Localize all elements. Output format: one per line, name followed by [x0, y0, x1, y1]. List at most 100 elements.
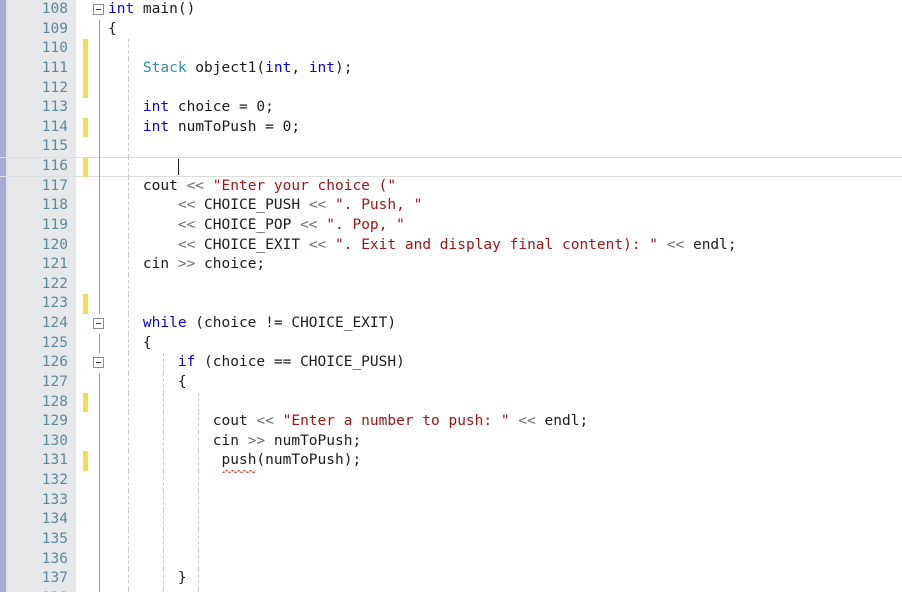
code-token: << [177, 197, 196, 214]
code-line-row[interactable]: 129 cout << "Enter a number to push: " <… [0, 412, 902, 432]
line-number: 111 [41, 59, 68, 76]
code-line-row[interactable]: 112 [0, 78, 902, 99]
code-line-row[interactable]: 136 [0, 549, 902, 570]
code-text[interactable]: } [108, 569, 187, 589]
code-line-row[interactable]: 137 } [0, 569, 902, 589]
code-lines: 108 int main() 109{110 111 Stack object1(in… [0, 0, 902, 592]
code-text[interactable]: int numToPush = 0; [108, 118, 300, 138]
fold-region-line [99, 529, 100, 550]
code-text[interactable]: push(numToPush); [108, 451, 361, 473]
line-number: 129 [41, 413, 68, 430]
code-line-row[interactable]: 111 Stack object1(int, int); [0, 58, 902, 79]
code-line-row[interactable]: 117 cout << "Enter your choice (" [0, 176, 902, 197]
fold-region-line [99, 235, 100, 256]
fold-region-line [99, 510, 100, 530]
code-token: int [108, 1, 135, 17]
code-line-row[interactable]: 123 [0, 294, 902, 314]
line-number: 108 [41, 1, 68, 17]
indent-guide [198, 392, 199, 413]
code-token: ); [335, 59, 353, 76]
code-token: endl; [535, 413, 589, 430]
code-token: << [300, 216, 318, 233]
code-text[interactable]: << CHOICE_PUSH << ". Push, " [108, 196, 422, 216]
code-token: object1( [186, 59, 266, 76]
line-number: 134 [41, 511, 68, 528]
indent-guide [198, 569, 199, 589]
code-line-row[interactable]: 113 int choice = 0; [0, 98, 902, 118]
code-text[interactable]: Stack object1(int, int); [108, 59, 353, 79]
code-line-row[interactable]: 124 while (choice != CHOICE_EXIT) [0, 314, 902, 334]
change-indicator-bar [83, 392, 88, 413]
code-token: >> [247, 432, 266, 449]
code-text[interactable]: cin >> numToPush; [108, 432, 361, 452]
code-text[interactable]: if (choice == CHOICE_PUSH) [108, 353, 405, 373]
indent-guide [128, 392, 129, 413]
code-line-row[interactable]: 130 cin >> numToPush; [0, 431, 902, 452]
code-token: } [108, 570, 187, 587]
code-token: << [308, 197, 327, 214]
line-number: 135 [41, 530, 68, 547]
code-line-row[interactable]: 109 { [0, 19, 902, 40]
code-editor[interactable]: 108 int main() 109{110 111 Stack object1(in… [0, 0, 902, 592]
line-number: 130 [41, 432, 68, 449]
code-line-row[interactable]: 134 [0, 510, 902, 530]
code-text[interactable]: cout << "Enter a number to push: " << en… [108, 412, 588, 432]
code-text[interactable]: { [108, 334, 152, 354]
code-line-row[interactable]: 122 [0, 274, 902, 295]
line-number: 122 [41, 275, 68, 292]
code-line-row[interactable]: 125 { [0, 333, 902, 354]
code-line-row[interactable]: 119 << CHOICE_POP << ". Pop, " [0, 215, 902, 236]
code-line-row[interactable]: 114 int numToPush = 0; [0, 117, 902, 138]
code-text[interactable]: while (choice != CHOICE_EXIT) [108, 314, 396, 334]
code-line-row[interactable]: 108 int main() [0, 0, 902, 20]
code-line-row[interactable]: 116 [0, 157, 902, 177]
indent-guide [128, 274, 129, 295]
fold-region-line [99, 196, 100, 216]
code-text[interactable]: { [108, 373, 187, 393]
code-text[interactable]: cout << "Enter your choice (" [108, 177, 396, 197]
code-line-row[interactable]: 120 << CHOICE_EXIT << ". Exit and displa… [0, 235, 902, 256]
fold-region-line [99, 490, 100, 511]
indent-guide [198, 529, 199, 550]
line-number: 116 [41, 158, 68, 174]
code-line-row[interactable]: 121 cin >> choice; [0, 255, 902, 275]
code-text[interactable]: int main() [108, 0, 195, 20]
fold-region-line [99, 255, 100, 275]
collapse-minus-icon[interactable] [93, 4, 104, 15]
code-line-row[interactable]: 132 [0, 471, 902, 491]
code-token: (choice == CHOICE_PUSH) [195, 354, 405, 371]
indent-guide [128, 137, 129, 157]
fold-region-line [99, 98, 100, 118]
code-token: if [177, 354, 196, 371]
code-token: CHOICE_EXIT [195, 236, 309, 253]
code-line-row[interactable]: 110 [0, 39, 902, 59]
code-line-row[interactable]: 135 [0, 529, 902, 550]
code-token: Stack [142, 59, 187, 76]
code-token: { [108, 334, 152, 351]
code-line-row[interactable]: 128 [0, 392, 902, 413]
code-line-row[interactable]: 126 if (choice == CHOICE_PUSH) [0, 353, 902, 373]
code-text[interactable]: << CHOICE_EXIT << ". Exit and display fi… [108, 236, 737, 256]
code-line-row[interactable]: 115 [0, 137, 902, 157]
line-number: 137 [41, 570, 68, 587]
code-text[interactable]: cin >> choice; [108, 255, 265, 275]
code-line-row[interactable]: 131 push(numToPush); [0, 451, 902, 473]
code-token: choice; [195, 256, 266, 273]
code-text[interactable]: int choice = 0; [108, 98, 274, 118]
code-token: { [108, 373, 187, 390]
code-text[interactable]: << CHOICE_POP << ". Pop, " [108, 216, 405, 236]
line-number: 121 [41, 256, 68, 273]
line-number: 115 [41, 138, 68, 155]
code-text[interactable]: { [108, 20, 117, 40]
code-line-row[interactable]: 127 { [0, 372, 902, 393]
collapse-minus-icon[interactable] [93, 318, 104, 329]
error-underlined-token: push [221, 451, 256, 473]
code-line-row[interactable]: 118 << CHOICE_PUSH << ". Push, " [0, 196, 902, 216]
change-indicator-bar [83, 451, 88, 471]
code-line-row[interactable]: 133 [0, 490, 902, 511]
collapse-minus-icon[interactable] [93, 357, 104, 369]
code-token: int [142, 99, 170, 116]
